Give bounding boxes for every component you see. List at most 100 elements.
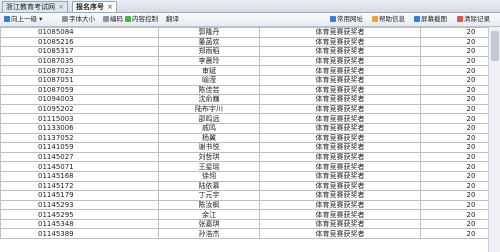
back-label: 向上一级 [11,15,37,23]
table-row: 01145071 王星瑶 体育竞赛获奖者 20 [0,161,500,172]
font-size-button[interactable]: 字体大小 [62,15,95,24]
category-cell: 体育竞赛获奖者 [259,170,421,182]
registration-number-cell: 01145293 [0,199,159,211]
toolbar: 向上一级 ▾ 字体大小 编码 内容控制 翻译 常用网址 帮助信息 屏幕截图 清除… [0,13,500,27]
category-cell: 体育竞赛获奖者 [259,84,421,96]
registration-number-cell: 01087035 [0,55,159,67]
table-row: 01085216 董菡欢 体育竞赛获奖者 20 [0,36,500,48]
font-icon [62,16,68,22]
translate-button[interactable]: 翻译 [166,15,179,24]
translate-label: 翻译 [166,15,179,23]
name-cell: 杨翼 [158,132,260,144]
close-icon[interactable]: × [107,3,113,11]
table-row: 01085084 郭隆丹 体育竞赛获奖者 20 [0,27,500,38]
tab-zjzs[interactable]: 浙江教育考试网 × [2,1,68,12]
screenshot-button[interactable]: 屏幕截图 [414,15,447,24]
registration-number-cell: 01145027 [0,151,159,163]
registration-number-cell: 01085216 [0,36,159,48]
scissors-icon [414,16,420,22]
table-row: 01145348 张嘉琪 体育竞赛获奖者 20 [0,218,500,230]
table-row: 01087035 李晨玲 体育竞赛获奖者 20 [0,55,500,67]
table-row: 01141059 谢书悦 体育竞赛获奖者 20 [0,142,500,153]
help-button[interactable]: 帮助信息 [372,15,405,24]
tab-registration-number[interactable]: 报名序号 × [72,1,117,12]
clear-traces-label: 清除记录 [464,15,490,23]
registration-number-cell: 01141059 [0,142,159,153]
content-control-label: 内容控制 [132,15,158,23]
table-row: 01087059 陈佳芸 体育竞赛获奖者 20 [0,84,500,96]
category-cell: 体育竞赛获奖者 [259,74,421,86]
name-cell: 陈汝枫 [158,199,260,211]
category-cell: 体育竞赛获奖者 [259,36,421,48]
category-cell: 体育竞赛获奖者 [259,142,421,153]
category-cell: 体育竞赛获奖者 [259,55,421,67]
registration-number-cell: 01145172 [0,180,159,192]
category-cell: 体育竞赛获奖者 [259,122,421,134]
table-row: 01145389 孙浩杰 体育竞赛获奖者 20 [0,228,500,240]
back-arrow-icon [4,16,10,22]
category-cell: 体育竞赛获奖者 [259,132,421,144]
clear-traces-button[interactable]: 清除记录 [457,15,490,24]
globe-icon [330,16,336,22]
category-cell: 体育竞赛获奖者 [259,103,421,115]
category-cell: 体育竞赛获奖者 [259,94,421,105]
encoding-icon [103,16,109,22]
registration-number-cell: 01145295 [0,209,159,220]
name-cell: 郑雨稻 [158,46,260,57]
registration-number-cell: 01115003 [0,113,159,124]
category-cell: 体育竞赛获奖者 [259,161,421,172]
help-label: 帮助信息 [379,15,405,23]
encoding-button[interactable]: 编码 [103,15,123,24]
registration-number-cell: 01137052 [0,132,159,144]
font-size-label: 字体大小 [69,15,95,23]
table-row: 01145168 徐翎 体育竞赛获奖者 20 [0,170,500,182]
name-cell: 陆依慕 [158,180,260,192]
registration-number-cell: 01133006 [0,122,159,134]
content-control-button[interactable]: 内容控制 [125,15,158,24]
registration-number-cell: 01085084 [0,27,159,38]
name-cell: 陆布宇川 [158,103,260,115]
registration-number-cell: 01145348 [0,218,159,230]
category-cell: 体育竞赛获奖者 [259,65,421,76]
category-cell: 体育竞赛获奖者 [259,218,421,230]
results-table: 01085084 郭隆丹 体育竞赛获奖者 20 01085216 董菡欢 体育竞赛获奖者 20… [0,27,500,240]
tab-label: 报名序号 [76,3,104,11]
table-row: 01133006 戚鸣 体育竞赛获奖者 20 [0,122,500,134]
name-cell: 沈俞巍 [158,94,260,105]
name-cell: 谢书悦 [158,142,260,153]
scrollbar-thumb[interactable] [491,31,499,61]
category-cell: 体育竞赛获奖者 [259,113,421,124]
category-cell: 体育竞赛获奖者 [259,228,421,240]
help-icon [372,16,378,22]
registration-number-cell: 01145168 [0,170,159,182]
table-row: 01145293 陈汝枫 体育竞赛获奖者 20 [0,199,500,211]
back-button[interactable]: 向上一级 ▾ [4,15,42,24]
name-cell: 邵鸣远 [158,113,260,124]
registration-number-cell: 01145389 [0,228,159,240]
table-row: 01145027 刘哲琪 体育竞赛获奖者 20 [0,151,500,163]
registration-number-cell: 01095202 [0,103,159,115]
table-row: 01145295 余江 体育竞赛获奖者 20 [0,209,500,220]
encoding-label: 编码 [110,15,123,23]
name-cell: 张嘉琪 [158,218,260,230]
name-cell: 郭隆丹 [158,27,260,38]
name-cell: 徐翎 [158,170,260,182]
category-cell: 体育竞赛获奖者 [259,180,421,192]
registration-number-cell: 01094003 [0,94,159,105]
registration-number-cell: 01085317 [0,46,159,57]
close-icon[interactable]: × [58,3,64,11]
registration-number-cell: 01145071 [0,161,159,172]
name-cell: 李晨玲 [158,55,260,67]
category-cell: 体育竞赛获奖者 [259,46,421,57]
registration-number-cell: 01087023 [0,65,159,76]
registration-number-cell: 01145179 [0,190,159,201]
name-cell: 董菡欢 [158,36,260,48]
registration-number-cell: 01087051 [0,74,159,86]
common-sites-button[interactable]: 常用网址 [330,15,363,24]
vertical-scrollbar[interactable] [488,27,500,252]
name-cell: 孙浩杰 [158,228,260,240]
category-cell: 体育竞赛获奖者 [259,190,421,201]
registration-number-cell: 01087059 [0,84,159,96]
name-cell: 喻滢 [158,74,260,86]
name-cell: 刘哲琪 [158,151,260,163]
